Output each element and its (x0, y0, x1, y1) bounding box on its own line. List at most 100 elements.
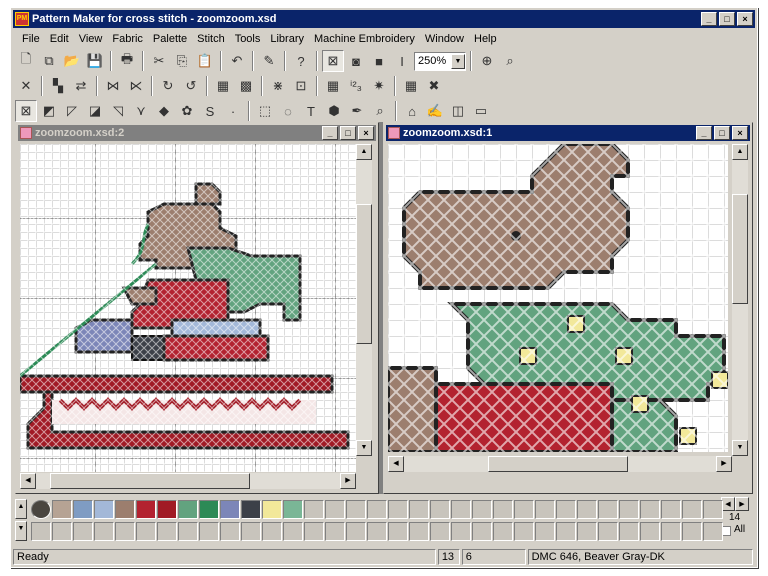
empty-swatch[interactable] (577, 522, 597, 541)
empty-swatch[interactable] (556, 500, 576, 519)
color-swatch[interactable] (220, 500, 240, 519)
transparent-button[interactable]: ⋇ (267, 75, 289, 97)
menu-stitch[interactable]: Stitch (192, 33, 230, 45)
scroll-thumb[interactable] (488, 456, 628, 472)
empty-swatch[interactable] (535, 500, 555, 519)
scroll-left-button[interactable]: ◀ (20, 473, 36, 489)
palette-next-button[interactable]: ▶ (735, 497, 749, 511)
magnify-button[interactable]: ⌕ (369, 100, 391, 122)
empty-swatch[interactable] (325, 522, 345, 541)
empty-swatch[interactable] (409, 500, 429, 519)
pattern-window-2-titlebar[interactable]: zoomzoom.xsd:2 _ □ × (18, 125, 376, 141)
empty-swatch[interactable] (346, 522, 366, 541)
empty-swatch[interactable] (367, 500, 387, 519)
empty-swatch[interactable] (640, 522, 660, 541)
wizard-button[interactable]: ✎ (258, 50, 280, 72)
child-maximize-button[interactable]: □ (714, 126, 730, 140)
empty-swatch[interactable] (325, 500, 345, 519)
empty-swatch[interactable] (556, 522, 576, 541)
color-swatch[interactable] (283, 500, 303, 519)
text-button[interactable]: T (300, 100, 322, 122)
color-swatch[interactable] (94, 500, 114, 519)
empty-swatch[interactable] (136, 522, 156, 541)
color-swatch[interactable] (73, 500, 93, 519)
vertical-scrollbar[interactable]: ▲ ▼ (356, 144, 372, 456)
empty-swatch[interactable] (514, 500, 534, 519)
fit-button[interactable]: ⊕ (476, 50, 498, 72)
empty-swatch[interactable] (661, 500, 681, 519)
menu-window[interactable]: Window (420, 33, 469, 45)
empty-swatch[interactable] (577, 500, 597, 519)
empty-swatch[interactable] (451, 500, 471, 519)
empty-swatch[interactable] (346, 500, 366, 519)
paste-button[interactable]: 📋 (194, 50, 216, 72)
help-button[interactable]: ? (290, 50, 312, 72)
empty-swatch[interactable] (304, 500, 324, 519)
french-knot-button[interactable]: ⋎ (130, 100, 152, 122)
open-folder-button[interactable]: 📂 (61, 50, 83, 72)
menu-tools[interactable]: Tools (230, 33, 266, 45)
bead-button[interactable]: ◆ (153, 100, 175, 122)
empty-swatch[interactable] (472, 522, 492, 541)
empty-swatch[interactable] (703, 500, 723, 519)
stitch-grid[interactable] (20, 144, 356, 472)
chevron-down-icon[interactable]: ▼ (451, 53, 465, 69)
scroll-right-button[interactable]: ▶ (340, 473, 356, 489)
needle-button[interactable]: ✍ (424, 100, 446, 122)
color-swatch[interactable] (52, 500, 72, 519)
scroll-up-button[interactable]: ▲ (732, 144, 748, 160)
pattern-window-1-titlebar[interactable]: zoomzoom.xsd:1 _ □ × (386, 125, 750, 141)
zoom-button[interactable]: ⌕ (499, 50, 521, 72)
save-button[interactable]: 💾 (84, 50, 106, 72)
view-filled-button[interactable]: ◙ (345, 50, 367, 72)
new-from-template-button[interactable]: ⧉ (38, 50, 60, 72)
child-close-button[interactable]: × (358, 126, 374, 140)
empty-swatch[interactable] (199, 522, 219, 541)
scroll-down-button[interactable]: ▼ (732, 440, 748, 456)
palette-scroll-down-button[interactable]: ▼ (15, 521, 27, 541)
palette-view-button[interactable]: ▦ (322, 75, 344, 97)
rotate-right-button[interactable]: ↺ (180, 75, 202, 97)
empty-swatch[interactable] (493, 500, 513, 519)
copy-button[interactable]: ⎘ (171, 50, 193, 72)
menu-palette[interactable]: Palette (148, 33, 192, 45)
dot-button[interactable]: · (222, 100, 244, 122)
rect-select-button[interactable]: ⬚ (254, 100, 276, 122)
lasso-button[interactable]: ◌ (277, 100, 299, 122)
empty-swatch[interactable] (262, 522, 282, 541)
cut-button[interactable]: ✂ (148, 50, 170, 72)
scroll-left-button[interactable]: ◀ (388, 456, 404, 472)
empty-swatch[interactable] (73, 522, 93, 541)
scroll-up-button[interactable]: ▲ (356, 144, 372, 160)
vertical-scrollbar[interactable]: ▲ ▼ (732, 144, 748, 456)
empty-swatch[interactable] (661, 522, 681, 541)
rotate-left-button[interactable]: ↻ (157, 75, 179, 97)
color-swatch[interactable] (178, 500, 198, 519)
delete-button[interactable]: ✕ (15, 75, 37, 97)
empty-swatch[interactable] (472, 500, 492, 519)
fill-button[interactable]: ⬢ (323, 100, 345, 122)
horizontal-scrollbar[interactable]: ◀ ▶ (20, 473, 356, 489)
pattern-window-2[interactable]: zoomzoom.xsd:2 _ □ × ▲ ▼ ◀ ▶ (15, 122, 379, 494)
pattern-canvas-1[interactable] (388, 144, 728, 452)
empty-swatch[interactable] (619, 522, 639, 541)
empty-swatch[interactable] (157, 522, 177, 541)
zoom-select[interactable]: 250% ▼ (414, 51, 466, 71)
color-swatch[interactable] (262, 500, 282, 519)
empty-swatch[interactable] (115, 522, 135, 541)
view-text-button[interactable]: I (391, 50, 413, 72)
print-button[interactable]: 🖶 (116, 50, 138, 72)
eyedropper-button[interactable]: ✒ (346, 100, 368, 122)
star-button[interactable]: ✷ (368, 75, 390, 97)
flip-v-button[interactable]: ⋉ (125, 75, 147, 97)
empty-swatch[interactable] (367, 522, 387, 541)
empty-swatch[interactable] (682, 500, 702, 519)
close-button[interactable]: × (737, 12, 753, 26)
color-swatch[interactable] (136, 500, 156, 519)
select-area-button[interactable]: ▩ (235, 75, 257, 97)
empty-swatch[interactable] (514, 522, 534, 541)
empty-swatch[interactable] (388, 500, 408, 519)
empty-swatch[interactable] (304, 522, 324, 541)
minimize-button[interactable]: _ (701, 12, 717, 26)
palette-prev-button[interactable]: ◀ (721, 497, 735, 511)
